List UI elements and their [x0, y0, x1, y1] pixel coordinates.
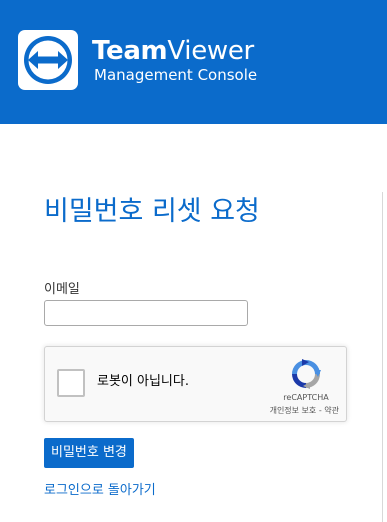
brand-subtitle: Management Console	[94, 66, 258, 84]
recaptcha-brand: reCAPTCHA	[283, 393, 329, 402]
brand-light: Viewer	[167, 36, 254, 66]
recaptcha-icon	[292, 359, 321, 389]
recaptcha-widget: 로봇이 아닙니다. reCAPTCHA 개인정보 보호 - 약관	[44, 346, 347, 422]
page-title: 비밀번호 리셋 요청	[44, 196, 260, 227]
teamviewer-logo-icon	[18, 30, 78, 90]
back-to-login-link[interactable]: 로그인으로 돌아가기	[44, 483, 156, 499]
change-password-button[interactable]: 비밀번호 변경	[44, 438, 134, 468]
recaptcha-links: 개인정보 보호 - 약관	[241, 406, 339, 416]
brand-name: TeamViewer	[92, 36, 254, 66]
recaptcha-label: 로봇이 아닙니다.	[97, 374, 189, 389]
header-banner: TeamViewer Management Console	[0, 0, 387, 124]
content-divider	[382, 192, 383, 522]
recaptcha-privacy-link[interactable]: 개인정보 보호	[270, 406, 317, 415]
recaptcha-terms-link[interactable]: 약관	[324, 406, 339, 415]
brand-bold: Team	[92, 36, 168, 66]
recaptcha-checkbox[interactable]	[57, 369, 85, 397]
email-field[interactable]	[44, 300, 248, 326]
email-label: 이메일	[44, 282, 80, 297]
